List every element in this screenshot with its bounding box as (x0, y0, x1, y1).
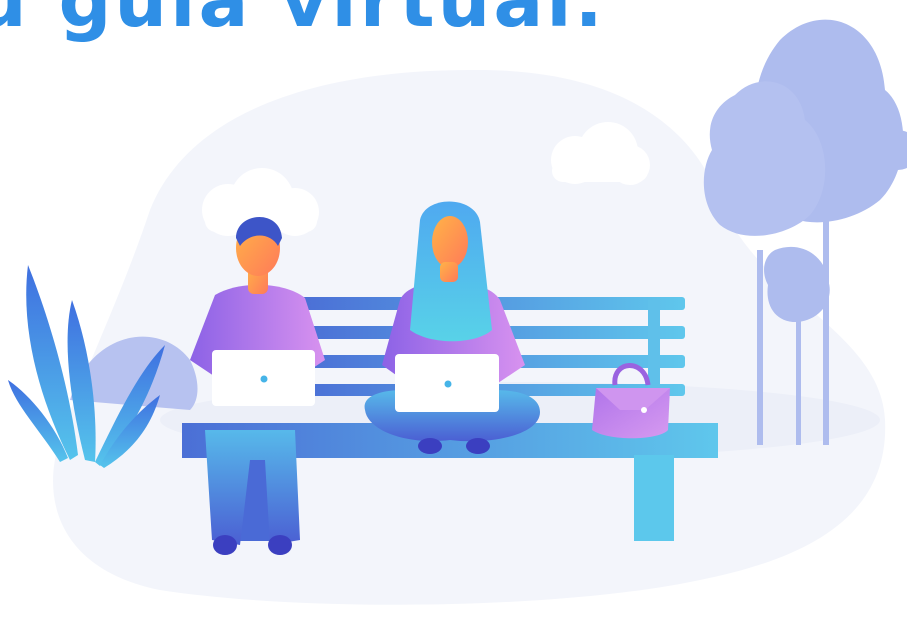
laptop-left (212, 350, 315, 406)
laptop-right (395, 354, 499, 412)
park-illustration (8, 19, 907, 605)
